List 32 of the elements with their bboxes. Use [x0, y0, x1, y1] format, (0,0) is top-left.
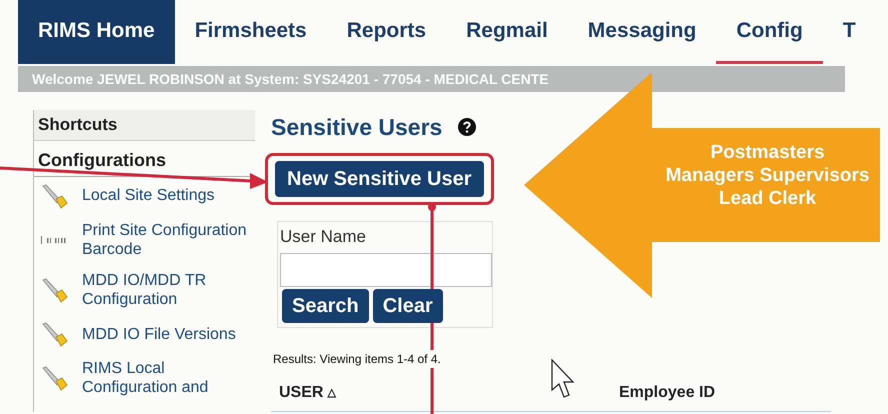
user-name-field[interactable] — [280, 253, 492, 287]
nav-tab[interactable]: T — [822, 0, 876, 64]
welcome-bar: Welcome JEWEL ROBINSON at System: SYS24201 - 77054 - MEDICAL CENTE — [18, 66, 845, 92]
column-header[interactable]: Employee ID — [619, 381, 716, 405]
sidebar-link[interactable]: MDD IO File Versions — [82, 324, 236, 344]
field-label: User Name — [279, 226, 367, 248]
sort-indicator[interactable]: △ — [327, 384, 336, 402]
page-title: Sensitive Users — [271, 113, 442, 142]
barcode-icon — [40, 234, 68, 245]
new-user-button[interactable]: New Sensitive User — [275, 160, 484, 196]
sidebar-link[interactable]: MDD IO/MDD TR Configuration — [82, 270, 249, 310]
wrench-icon — [40, 182, 68, 208]
sidebar-link[interactable]: RIMS Local Configuration and — [82, 359, 249, 398]
clear-button[interactable]: Clear — [372, 289, 443, 323]
sidebar-section-header[interactable]: Shortcuts — [34, 110, 255, 140]
sidebar-link[interactable]: Local Site Settings — [82, 186, 215, 206]
nav-tab[interactable]: Regmail — [446, 0, 568, 64]
wrench-icon — [40, 277, 68, 304]
sidebar-section-header[interactable]: Configurations — [34, 144, 255, 176]
wrench-icon — [40, 365, 68, 392]
nav-tab[interactable]: Messaging — [568, 0, 716, 64]
column-header[interactable]: USER — [279, 381, 324, 405]
results-text: Results: Viewing items 1-4 of 4. — [273, 350, 441, 368]
nav-tab[interactable]: Firmsheets — [174, 0, 327, 64]
help-icon[interactable] — [458, 118, 476, 136]
sidebar-link[interactable]: Print Site Configuration Barcode — [82, 220, 249, 259]
callout-text: Postmasters Managers Supervisors Lead Clerk — [665, 142, 870, 210]
nav-tab[interactable]: Reports — [326, 0, 446, 64]
home-tab[interactable]: RIMS Home — [18, 0, 175, 64]
search-button[interactable]: Search — [282, 289, 369, 323]
cursor-icon — [551, 358, 574, 398]
wrench-icon — [40, 321, 68, 348]
